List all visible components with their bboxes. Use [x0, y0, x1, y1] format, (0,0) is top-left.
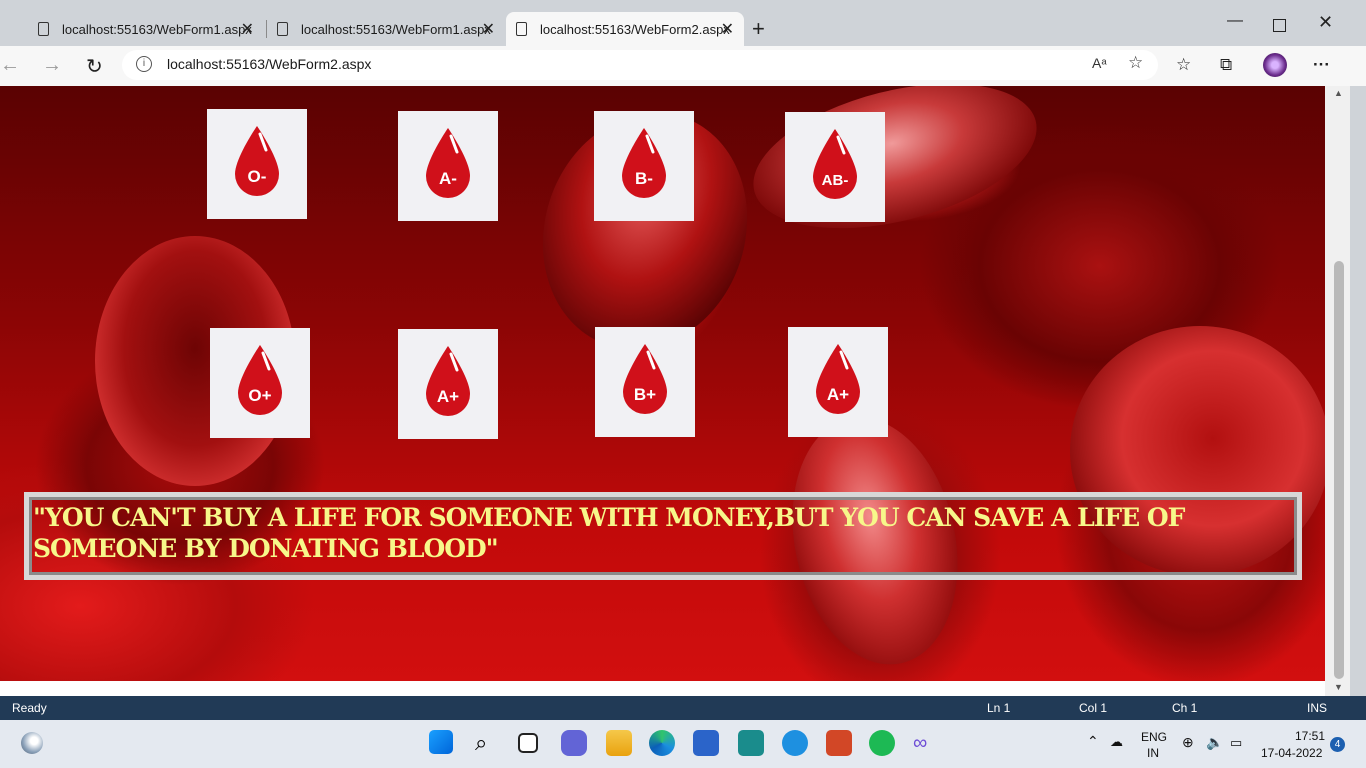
- clock-date[interactable]: 17-04-2022: [1261, 746, 1322, 760]
- blood-group-label: O-: [248, 167, 267, 186]
- collections-icon[interactable]: ⧉: [1220, 55, 1232, 75]
- blood-group-label: B+: [634, 385, 656, 404]
- chat-icon[interactable]: [561, 730, 587, 756]
- blood-group-label: A+: [827, 385, 849, 404]
- language-line2[interactable]: IN: [1147, 746, 1159, 760]
- close-icon[interactable]: ✕: [241, 19, 254, 39]
- blood-group-label: B-: [635, 169, 653, 188]
- blood-group-tile-a-positive[interactable]: A+: [398, 329, 498, 439]
- blood-drop-icon: A+: [816, 344, 860, 414]
- blood-drop-icon: B-: [622, 128, 666, 198]
- blood-group-tile-b-negative[interactable]: B-: [594, 111, 694, 221]
- refresh-icon[interactable]: ↻: [86, 54, 103, 79]
- blood-drop-icon: O+: [238, 345, 282, 415]
- help-icon[interactable]: [782, 730, 808, 756]
- favorites-icon[interactable]: ☆: [1176, 55, 1191, 75]
- address-row: ← → ↻ i localhost:55163/WebForm2.aspx Aᵃ…: [0, 46, 1366, 86]
- blood-drop-icon: B+: [623, 344, 667, 414]
- page-icon: [516, 22, 527, 36]
- battery-icon[interactable]: ▭: [1230, 735, 1242, 751]
- tab-title: localhost:55163/WebForm1.aspx: [62, 21, 252, 37]
- status-column: Col 1: [1079, 701, 1108, 715]
- spotify-icon[interactable]: [869, 730, 895, 756]
- blood-group-tile-ab-negative[interactable]: AB-: [785, 112, 885, 222]
- blood-group-label: A-: [439, 169, 457, 188]
- blood-drop-icon: O-: [235, 126, 279, 196]
- start-icon[interactable]: [429, 730, 453, 754]
- ide-status-bar: Ready Ln 1 Col 1 Ch 1 INS: [0, 696, 1366, 720]
- blood-group-tile-a-positive-second[interactable]: A+: [788, 327, 888, 437]
- info-icon[interactable]: i: [136, 56, 152, 72]
- add-favorite-icon[interactable]: ☆: [1128, 53, 1143, 73]
- menu-icon[interactable]: ···: [1313, 55, 1330, 75]
- clock-time[interactable]: 17:51: [1295, 729, 1325, 743]
- blood-group-tile-a-negative[interactable]: A-: [398, 111, 498, 221]
- network-icon[interactable]: ☁: [1110, 734, 1123, 750]
- language-line1[interactable]: ENG: [1141, 730, 1167, 744]
- scroll-down-icon[interactable]: ▼: [1334, 682, 1343, 692]
- blood-group-tile-o-positive[interactable]: O+: [210, 328, 310, 438]
- window-close-button[interactable]: ✕: [1318, 12, 1333, 33]
- visual-studio-icon[interactable]: ∞: [913, 730, 939, 756]
- new-tab-button[interactable]: +: [752, 16, 765, 42]
- blood-group-tile-o-negative[interactable]: O-: [207, 109, 307, 219]
- blood-group-label: A+: [437, 387, 459, 406]
- store-icon[interactable]: [693, 730, 719, 756]
- forward-icon[interactable]: →: [42, 54, 62, 77]
- tab-overflow[interactable]: [0, 12, 6, 46]
- scroll-up-icon[interactable]: ▲: [1334, 88, 1343, 98]
- powerpoint-icon[interactable]: [826, 730, 852, 756]
- blood-group-label: O+: [248, 386, 271, 405]
- globe-icon[interactable]: ⊕: [1182, 734, 1194, 751]
- back-icon[interactable]: ←: [0, 54, 20, 77]
- maximize-button[interactable]: [1273, 19, 1286, 32]
- address-bar[interactable]: i localhost:55163/WebForm2.aspx Aᵃ ☆: [122, 50, 1158, 80]
- vertical-scrollbar[interactable]: ▲ ▼: [1325, 86, 1350, 696]
- status-insert-mode: INS: [1307, 701, 1328, 715]
- tab-title: localhost:55163/WebForm2.aspx: [540, 21, 730, 37]
- tab-webform1-second[interactable]: localhost:55163/WebForm1.aspx ✕: [267, 12, 505, 46]
- page-icon: [277, 22, 288, 36]
- status-line: Ln 1: [987, 701, 1011, 715]
- status-ready: Ready: [12, 701, 47, 715]
- page-icon: [38, 22, 49, 36]
- profile-avatar[interactable]: [1263, 53, 1287, 77]
- volume-icon[interactable]: 🔈: [1206, 734, 1223, 751]
- file-explorer-icon[interactable]: [606, 730, 632, 756]
- tab-webform1[interactable]: localhost:55163/WebForm1.aspx ✕: [28, 12, 264, 46]
- tab-webform2[interactable]: localhost:55163/WebForm2.aspx ✕: [506, 12, 744, 46]
- taskbar: ⌕ ∞ ⌃ ☁ ENG IN ⊕ 🔈 ▭ 17:51 17-04-2022 4: [0, 720, 1366, 768]
- scroll-thumb[interactable]: [1334, 261, 1344, 679]
- blood-drop-icon: A+: [426, 346, 470, 416]
- weather-widget-icon[interactable]: [21, 732, 43, 754]
- read-aloud-icon[interactable]: Aᵃ: [1092, 55, 1107, 71]
- minimize-button[interactable]: —: [1227, 12, 1243, 30]
- notification-badge[interactable]: 4: [1330, 737, 1345, 752]
- donation-quote: "YOU CAN'T BUY A LIFE FOR SOMEONE WITH M…: [33, 503, 1185, 563]
- tab-strip: localhost:55163/WebForm1.aspx ✕ localhos…: [0, 0, 1366, 46]
- status-char: Ch 1: [1172, 701, 1198, 715]
- page-content: O- A- B- AB- O+ A+ B+ A+ "YOU CAN'T BUY …: [0, 86, 1325, 681]
- app-icon[interactable]: [738, 730, 764, 756]
- tab-title: localhost:55163/WebForm1.aspx: [301, 21, 491, 37]
- task-view-icon[interactable]: [518, 733, 538, 753]
- close-icon[interactable]: ✕: [482, 19, 495, 39]
- blood-group-tile-b-positive[interactable]: B+: [595, 327, 695, 437]
- close-icon[interactable]: ✕: [721, 19, 734, 39]
- blood-group-label: AB-: [822, 172, 849, 189]
- search-icon[interactable]: ⌕: [475, 730, 501, 756]
- chevron-up-icon[interactable]: ⌃: [1087, 733, 1099, 750]
- blood-drop-icon: AB-: [813, 129, 857, 199]
- blood-drop-icon: A-: [426, 128, 470, 198]
- address-url[interactable]: localhost:55163/WebForm2.aspx: [167, 56, 371, 72]
- edge-icon[interactable]: [649, 730, 675, 756]
- page-bottom-strip: [0, 681, 1325, 696]
